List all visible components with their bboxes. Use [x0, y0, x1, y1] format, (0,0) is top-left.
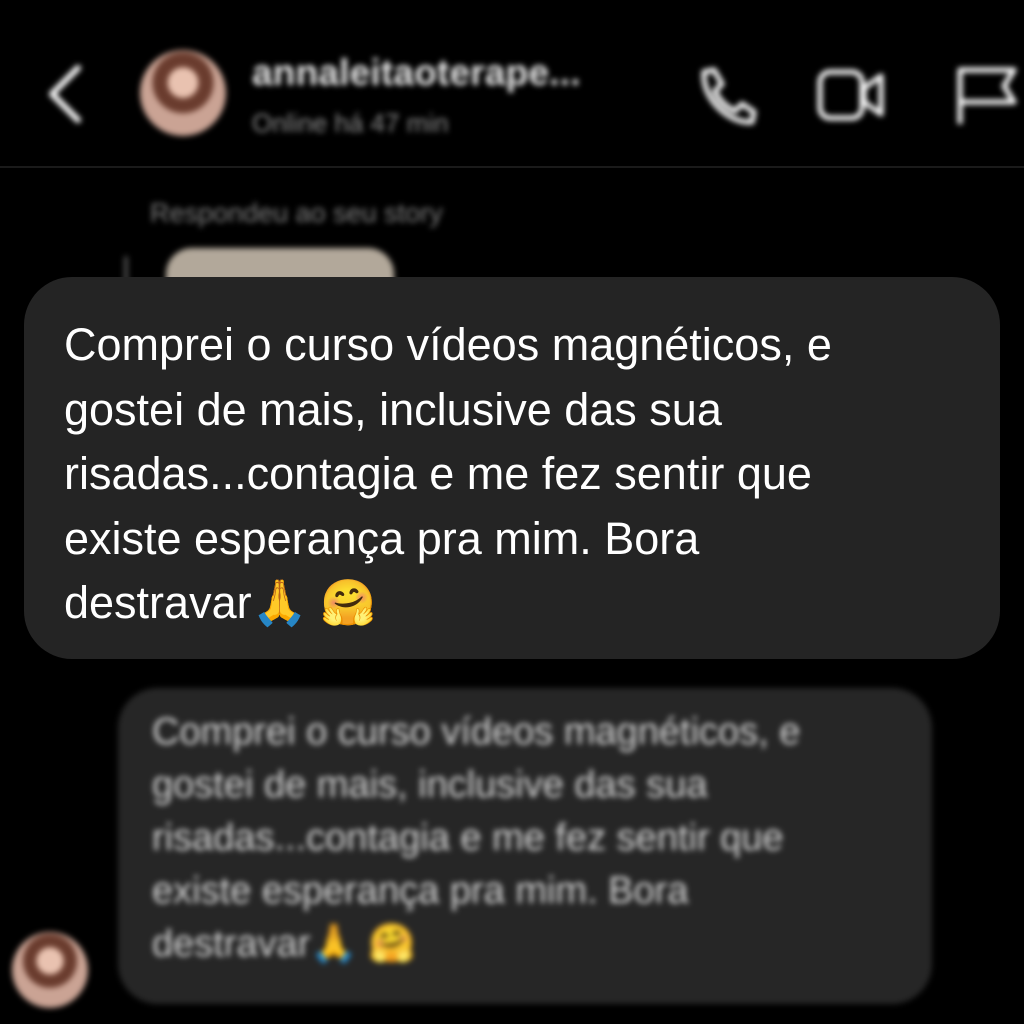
contact-name[interactable]: annaleitaoterape...: [252, 52, 581, 94]
message-bubble-background[interactable]: Comprei o curso vídeos magnéticos, e gos…: [118, 688, 932, 1004]
replied-to-story-label: Respondeu ao seu story: [150, 198, 443, 228]
sender-avatar[interactable]: [12, 932, 88, 1008]
header-divider: [0, 166, 1024, 168]
back-chevron-icon[interactable]: [44, 62, 88, 126]
message-bubble-highlight[interactable]: Comprei o curso vídeos magnéticos, e gos…: [24, 277, 1000, 659]
chat-header: annaleitaoterape... Online há 47 min: [0, 0, 1024, 165]
message-text: Comprei o curso vídeos magnéticos, e gos…: [64, 319, 832, 628]
phone-icon[interactable]: [690, 62, 760, 128]
video-camera-icon[interactable]: [815, 62, 885, 128]
online-status: Online há 47 min: [252, 108, 449, 138]
contact-avatar[interactable]: [140, 50, 226, 136]
message-text-background: Comprei o curso vídeos magnéticos, e gos…: [152, 711, 801, 965]
flag-icon[interactable]: [950, 62, 1020, 128]
